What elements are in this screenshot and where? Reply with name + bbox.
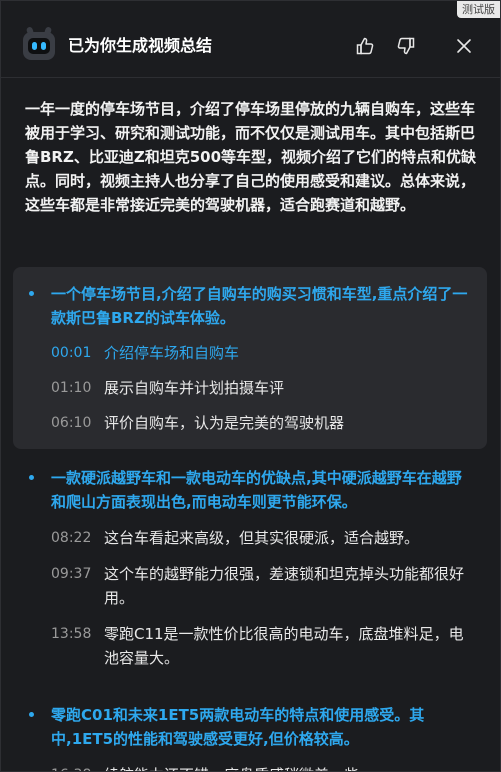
chapter-heading[interactable]: 零跑C01和未来1ET5两款电动车的特点和使用感受。其中,1ET5的性能和驾驶感…	[13, 703, 487, 751]
thumbs-up-icon	[356, 37, 374, 55]
robot-logo-icon	[23, 26, 55, 60]
timestamp-item[interactable]: 00:01 介绍停车场和自购车	[13, 341, 487, 365]
timestamp-text: 介绍停车场和自购车	[104, 344, 240, 362]
timestamp-item[interactable]: 01:10 展示自购车并计划拍摄车评	[13, 376, 487, 400]
timestamp: 09:37	[51, 566, 92, 582]
timestamp-text: 这个车的越野能力很强，差速锁和坦克掉头功能都很好用。	[104, 565, 465, 607]
chapter-heading[interactable]: 一个停车场节目,介绍了自购车的购买习惯和车型,重点介绍了一款斯巴鲁BRZ的试车体…	[13, 282, 487, 330]
like-button[interactable]	[353, 34, 377, 58]
timestamp-item[interactable]: 16:38 续航能力还不错，底盘质感稍微差一些。	[13, 763, 487, 771]
summary-text: 一年一度的停车场节目，介绍了停车场里停放的九辆自购车，这些车被用于学习、研究和测…	[25, 100, 477, 214]
chapter-section[interactable]: 零跑C01和未来1ET5两款电动车的特点和使用感受。其中,1ET5的性能和驾驶感…	[13, 703, 487, 771]
chapter-heading[interactable]: 一款硬派越野车和一款电动车的优缺点,其中硬派越野车在越野和爬山方面表现出色,而电…	[13, 466, 487, 514]
timestamp-text: 零跑C11是一款性价比很高的电动车，底盘堆料足，电池容量大。	[104, 625, 464, 667]
close-button[interactable]	[452, 34, 476, 58]
dislike-button[interactable]	[394, 34, 418, 58]
bullet-dot	[29, 291, 34, 296]
header-divider	[1, 77, 500, 78]
thumbs-down-icon	[397, 37, 415, 55]
timestamp-item[interactable]: 13:58 零跑C11是一款性价比很高的电动车，底盘堆料足，电池容量大。	[13, 622, 487, 670]
timestamp-item[interactable]: 08:22 这台车看起来高级，但其实很硬派，适合越野。	[13, 526, 487, 550]
timestamp-item[interactable]: 06:10 评价自购车，认为是完美的驾驶机器	[13, 411, 487, 435]
bullet-dot	[29, 475, 34, 480]
timestamp-text: 这台车看起来高级，但其实很硬派，适合越野。	[104, 529, 420, 547]
timestamp-text: 展示自购车并计划拍摄车评	[104, 379, 285, 397]
timestamp: 13:58	[51, 626, 92, 642]
timestamp-item[interactable]: 09:37 这个车的越野能力很强，差速锁和坦克掉头功能都很好用。	[13, 562, 487, 610]
bullet-dot	[29, 712, 34, 717]
timestamp: 16:38	[51, 763, 104, 771]
version-badge: 测试版	[457, 1, 500, 18]
timestamp: 01:10	[51, 380, 92, 396]
timestamp-text: 续航能力还不错，底盘质感稍微差一些。	[104, 763, 374, 771]
chapter-section[interactable]: 一款硬派越野车和一款电动车的优缺点,其中硬派越野车在越野和爬山方面表现出色,而电…	[13, 466, 487, 670]
panel-title: 已为你生成视频总结	[68, 36, 213, 55]
timestamp: 08:22	[51, 530, 92, 546]
close-icon	[457, 39, 471, 53]
timestamp-text: 评价自购车，认为是完美的驾驶机器	[104, 414, 345, 432]
timestamp: 00:01	[51, 345, 92, 361]
summary-panel: 测试版 已为你生成视频总结 一年一度的停车场节目，介绍了停车场里停放的九辆自购车…	[0, 0, 501, 772]
timestamp: 06:10	[51, 415, 92, 431]
chapter-section[interactable]: 一个停车场节目,介绍了自购车的购买习惯和车型,重点介绍了一款斯巴鲁BRZ的试车体…	[13, 267, 487, 449]
